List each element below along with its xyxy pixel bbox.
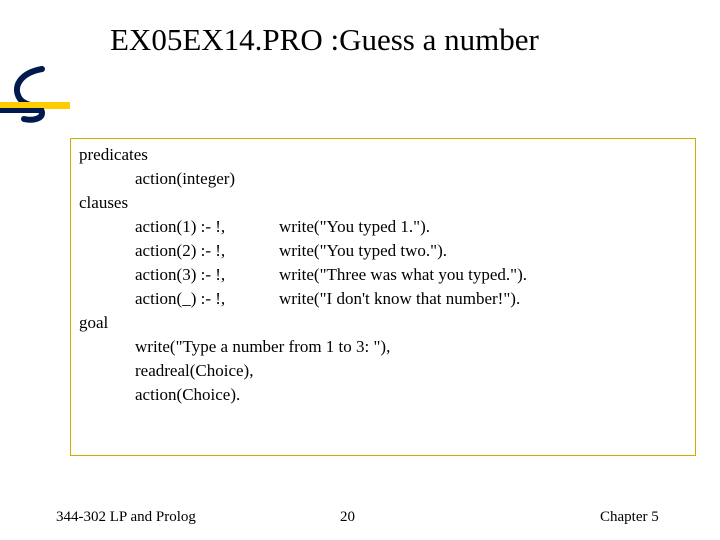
clause-row: action(1) :- !, write("You typed 1."). [79, 215, 687, 239]
clause-body: write("You typed two."). [279, 239, 687, 263]
goal-line: write("Type a number from 1 to 3: "), [79, 335, 687, 359]
clause-head: action(1) :- !, [135, 215, 279, 239]
clause-body: write("You typed 1."). [279, 215, 687, 239]
footer: 344-302 LP and Prolog 20 Chapter 5 [0, 509, 720, 526]
footer-chapter: Chapter 5 [600, 509, 720, 526]
footer-course: 344-302 LP and Prolog [0, 509, 340, 526]
clause-body: write("Three was what you typed."). [279, 263, 687, 287]
clause-head: action(3) :- !, [135, 263, 279, 287]
keyword-clauses: clauses [79, 191, 687, 215]
clause-body: write("I don't know that number!"). [279, 287, 687, 311]
goal-line: readreal(Choice), [79, 359, 687, 383]
accent-bar-navy [0, 108, 44, 113]
clause-row: action(_) :- !, write("I don't know that… [79, 287, 687, 311]
slide: EX05EX14.PRO :Guess a number predicates … [0, 0, 720, 540]
clause-head: action(_) :- !, [135, 287, 279, 311]
decorative-swoosh-icon [2, 65, 58, 127]
keyword-goal: goal [79, 311, 687, 335]
clause-row: action(2) :- !, write("You typed two."). [79, 239, 687, 263]
keyword-predicates: predicates [79, 143, 687, 167]
footer-page-number: 20 [340, 509, 600, 526]
code-box: predicates action(integer) clauses actio… [70, 138, 696, 456]
goal-line: action(Choice). [79, 383, 687, 407]
clause-head: action(2) :- !, [135, 239, 279, 263]
clause-row: action(3) :- !, write("Three was what yo… [79, 263, 687, 287]
slide-title: EX05EX14.PRO :Guess a number [110, 22, 539, 58]
predicates-declaration: action(integer) [79, 167, 687, 191]
